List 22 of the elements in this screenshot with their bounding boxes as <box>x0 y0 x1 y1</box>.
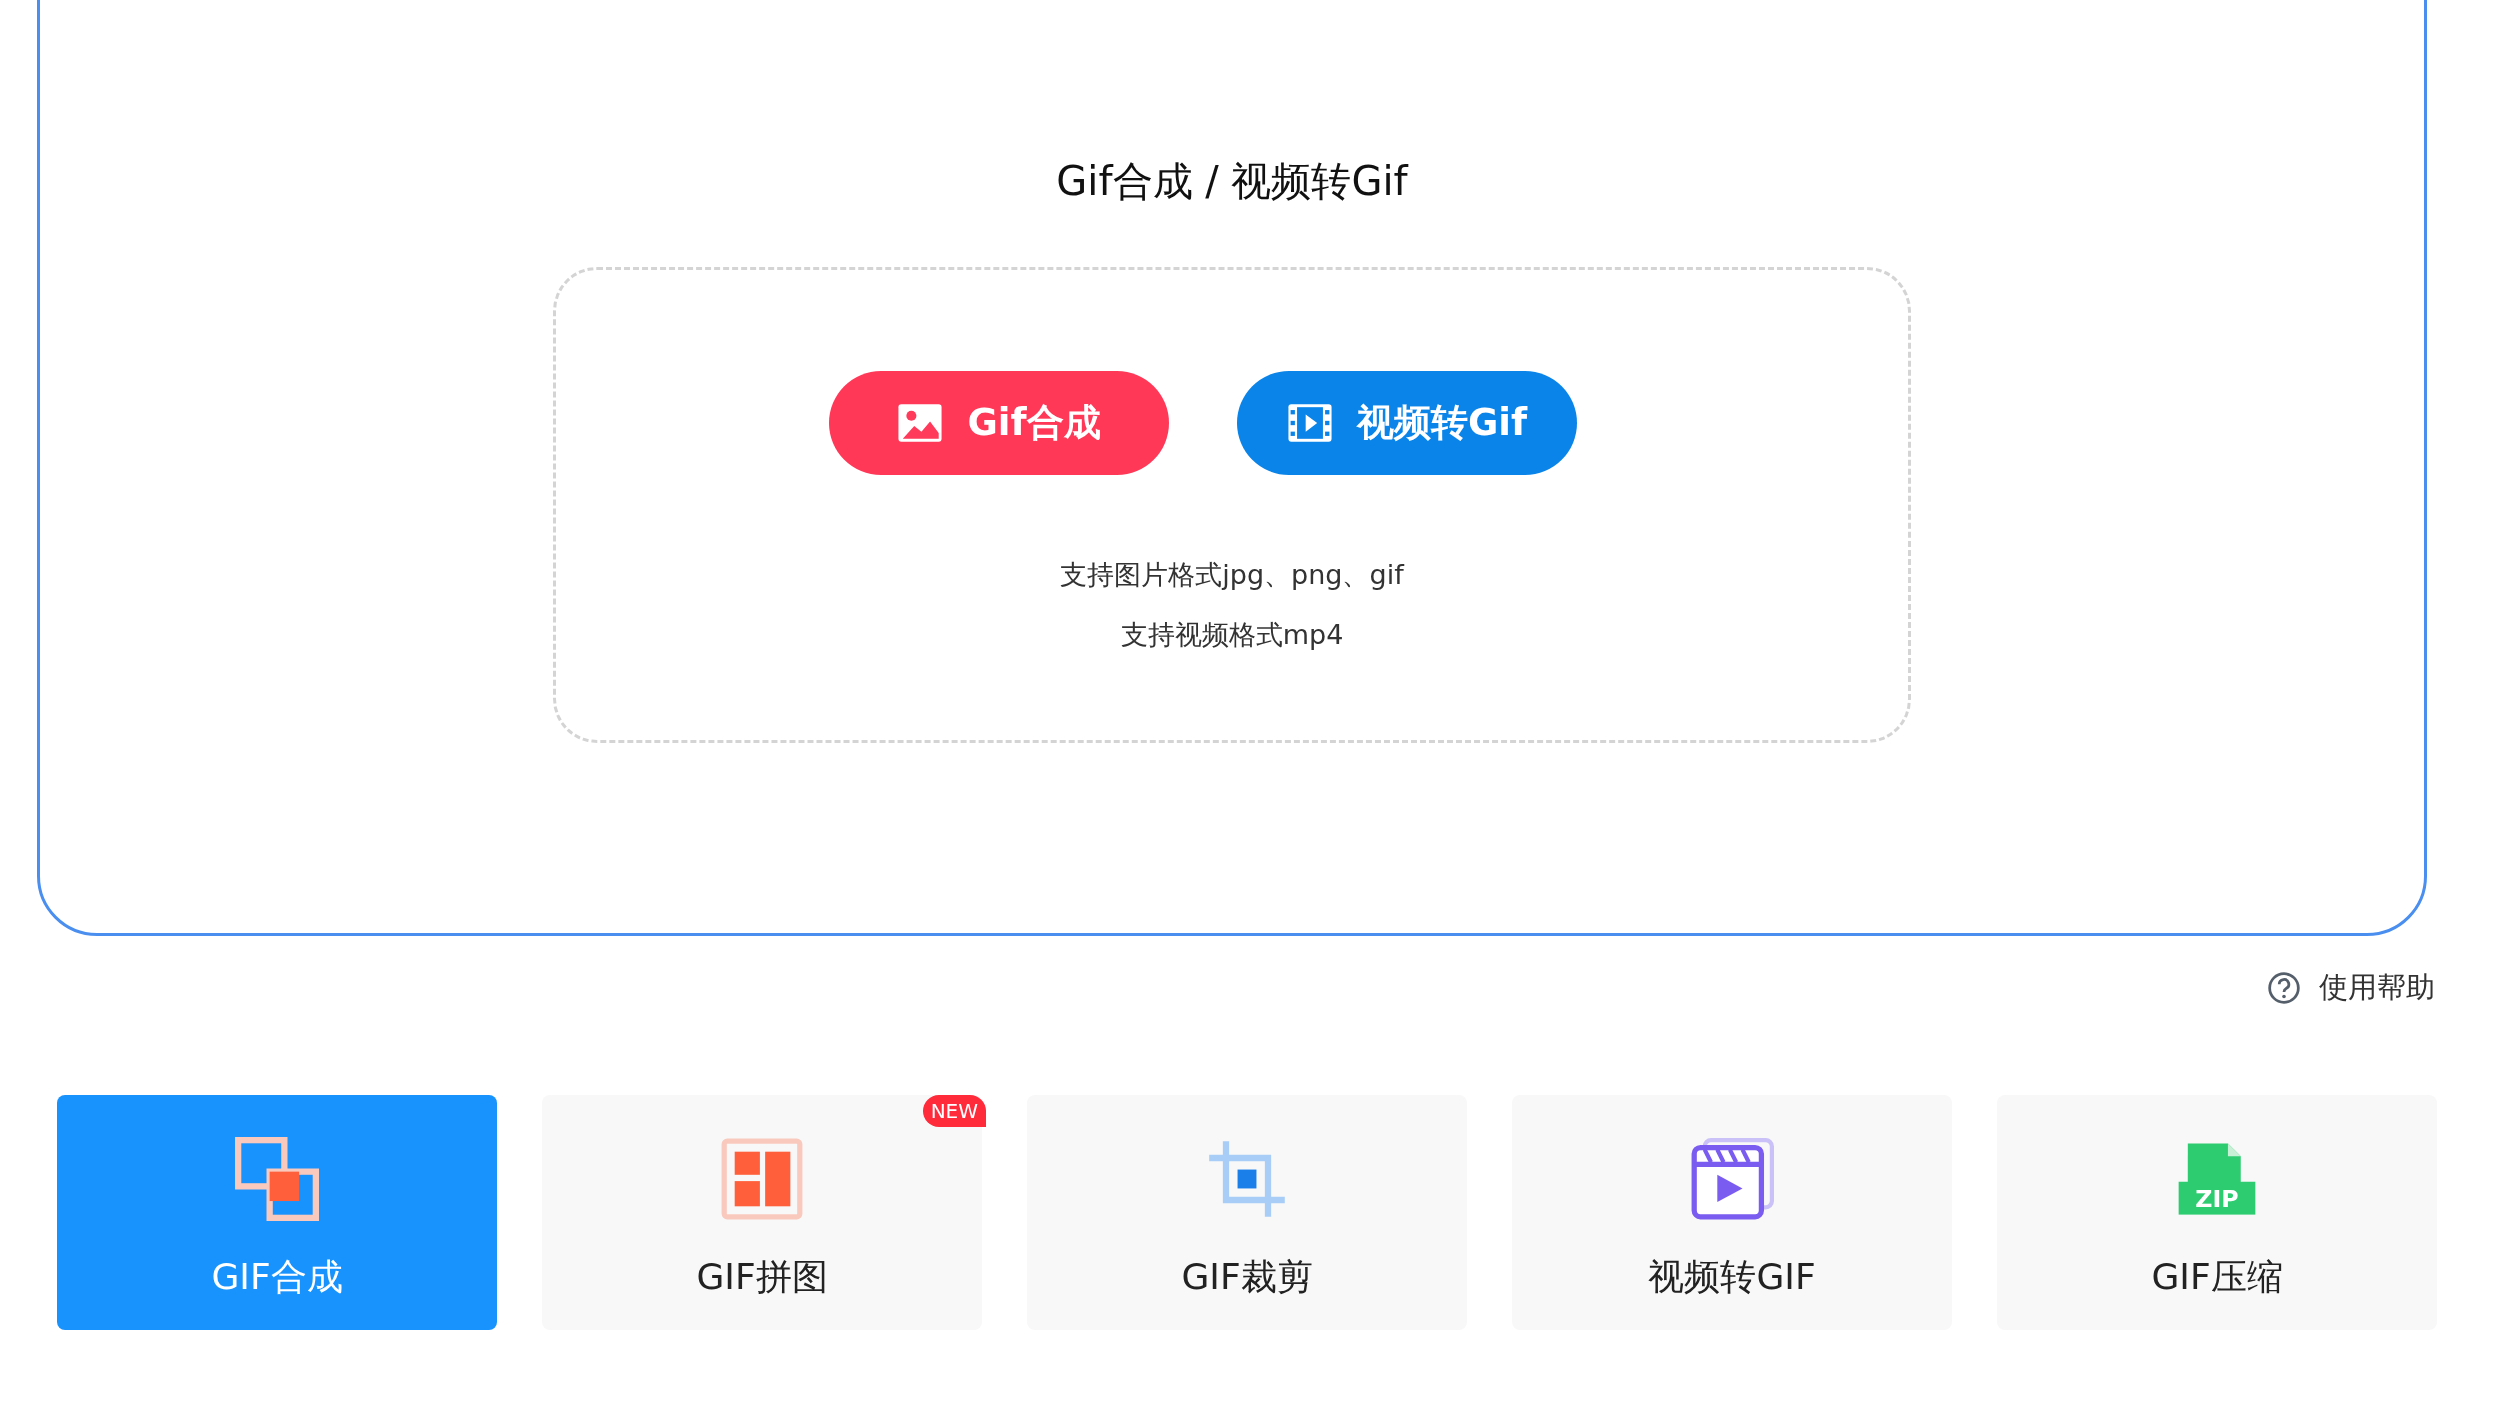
drop-zone[interactable]: Gif合成 视频转Gif 支持图片格式jpg、png、gif 支持视频格式mp4 <box>553 267 1911 743</box>
help-link[interactable]: 使用帮助 <box>2267 968 2435 1008</box>
zip-text: ZIP <box>2195 1185 2239 1214</box>
grid-layout-icon <box>720 1137 804 1221</box>
panel-title: Gif合成 / 视频转Gif <box>1056 157 1408 206</box>
tool-card[interactable]: GIF裁剪 <box>1027 1095 1467 1330</box>
tool-card[interactable]: 视频转GIF <box>1512 1095 1952 1330</box>
new-badge: NEW <box>922 1095 986 1127</box>
zip-file-icon <box>2178 1143 2256 1215</box>
tool-card[interactable]: ZIP GIF压缩 <box>1997 1095 2437 1330</box>
overlap-squares-icon <box>235 1137 319 1221</box>
clapperboard-icon <box>1690 1137 1774 1221</box>
image-upload-button[interactable]: Gif合成 <box>829 371 1169 475</box>
tool-label: 视频转GIF <box>1648 1255 1816 1299</box>
video-upload-button[interactable]: 视频转Gif <box>1237 371 1577 475</box>
format-note: 支持视频格式mp4 <box>1120 618 1344 652</box>
tool-label: GIF拼图 <box>696 1255 828 1299</box>
tool-label: GIF裁剪 <box>1181 1255 1313 1299</box>
tool-label: GIF合成 <box>211 1255 343 1299</box>
tool-label: GIF压缩 <box>2151 1255 2283 1299</box>
format-note: 支持图片格式jpg、png、gif <box>1060 558 1404 592</box>
help-icon <box>2267 971 2301 1005</box>
